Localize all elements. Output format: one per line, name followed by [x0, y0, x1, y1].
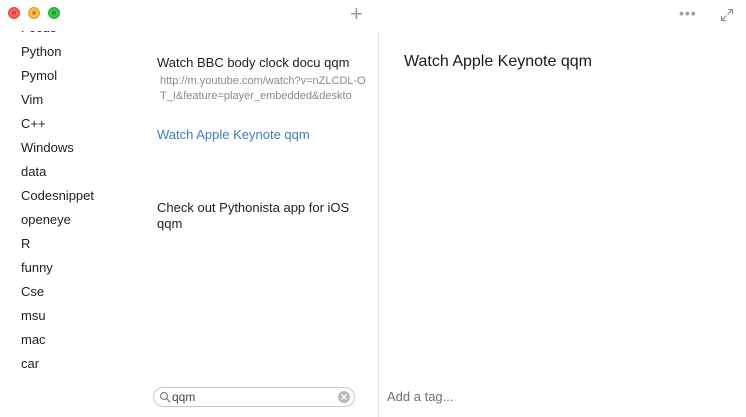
editor-title[interactable]: Watch Apple Keynote qqm [404, 53, 592, 71]
note-preview: http://m.youtube.com/watch?v=nZLCDL-OT_I… [160, 75, 366, 102]
note-list: Watch BBC body clock docu qqm http://m.y… [141, 31, 378, 417]
sidebar-item-focus[interactable]: Focus [21, 31, 94, 40]
zoom-button[interactable] [48, 7, 60, 19]
sidebar-item-funny[interactable]: funny [21, 256, 94, 280]
add-tag-field[interactable]: Add a tag... [387, 389, 454, 404]
minimize-button[interactable] [28, 7, 40, 19]
sidebar-item-msu[interactable]: msu [21, 304, 94, 328]
search-input[interactable] [172, 389, 332, 405]
sidebar-item-cpp[interactable]: C++ [21, 112, 94, 136]
sidebar-item-car[interactable]: car [21, 352, 94, 376]
note-item-selected[interactable]: Watch Apple Keynote qqm [157, 127, 369, 143]
note-title: Watch BBC body clock docu qqm [157, 55, 350, 70]
note-item[interactable]: Watch BBC body clock docu qqm http://m.y… [157, 55, 369, 104]
sidebar-item-mac[interactable]: mac [21, 328, 94, 352]
search-icon [159, 391, 171, 403]
close-button[interactable] [8, 7, 20, 19]
sidebar-item-vim[interactable]: Vim [21, 88, 94, 112]
search-box[interactable] [153, 387, 355, 407]
sidebar-item-r[interactable]: R [21, 232, 94, 256]
tag-list: Focus Python Pymol Vim C++ Windows data … [21, 31, 94, 376]
sidebar-item-python[interactable]: Python [21, 40, 94, 64]
clear-search-icon[interactable] [338, 391, 350, 403]
tag-sidebar: Focus Python Pymol Vim C++ Windows data … [0, 31, 141, 417]
sidebar-item-pymol[interactable]: Pymol [21, 64, 94, 88]
sidebar-item-openeye[interactable]: openeye [21, 208, 94, 232]
note-title: Check out Pythonista app for iOS qqm [157, 200, 350, 231]
expand-icon[interactable] [719, 7, 735, 23]
sidebar-item-codesnippet[interactable]: Codesnippet [21, 184, 94, 208]
sidebar-item-cse[interactable]: Cse [21, 280, 94, 304]
note-item[interactable]: Check out Pythonista app for iOS qqm [157, 200, 369, 232]
sidebar-item-data[interactable]: data [21, 160, 94, 184]
note-title: Watch Apple Keynote qqm [157, 127, 310, 142]
plus-icon[interactable]: + [350, 3, 363, 25]
app-window: + ••• Focus Python Pymol Vim C++ Windows… [0, 0, 746, 417]
title-bar: + ••• [0, 0, 746, 31]
more-icon[interactable]: ••• [679, 6, 697, 20]
note-editor[interactable]: Watch Apple Keynote qqm Add a tag... [379, 31, 746, 417]
sidebar-item-windows[interactable]: Windows [21, 136, 94, 160]
